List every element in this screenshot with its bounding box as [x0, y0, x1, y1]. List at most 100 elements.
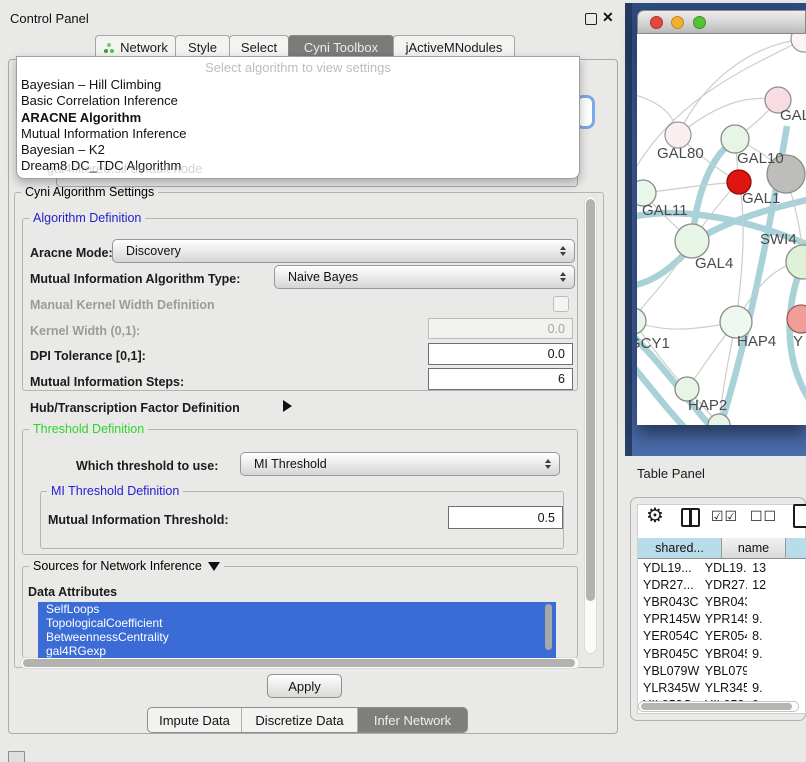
stepper-icon: [545, 453, 551, 475]
list-item[interactable]: TopologicalCoefficient: [38, 616, 556, 630]
table-cell: YBL079W: [638, 664, 700, 678]
node-label: GAL80: [657, 145, 704, 162]
table-cell: YPR145W: [700, 612, 747, 626]
node-label: GAL1: [742, 190, 780, 207]
minimized-panel-icon[interactable]: [8, 751, 25, 762]
scrollbar-thumb[interactable]: [586, 199, 595, 601]
node-label: GAL4: [695, 255, 733, 272]
network-node-swi4[interactable]: [786, 245, 806, 279]
list-item[interactable]: SelfLoops: [38, 602, 556, 616]
mi-threshold-field[interactable]: 0.5: [448, 506, 563, 529]
aracne-mode-label: Aracne Mode:: [30, 246, 113, 260]
table-cell: 9.: [747, 681, 806, 695]
column-header[interactable]: shared...: [638, 538, 722, 559]
screen: Control Panel ✕ NetworkStyleSelectCyni T…: [0, 0, 806, 762]
list-item[interactable]: BetweennessCentrality: [38, 630, 556, 644]
table-row[interactable]: YLR345WYLR345W9.: [638, 679, 806, 696]
node-label: GCY1: [637, 335, 670, 352]
page-icon[interactable]: [793, 504, 806, 528]
table-cell: YPR145W: [638, 612, 700, 626]
list-item[interactable]: gal4RGexp: [38, 644, 556, 658]
table-cell: YDL19...: [638, 561, 700, 575]
scrollbar-thumb[interactable]: [23, 659, 575, 667]
tab-label: Style: [188, 40, 217, 55]
close-traffic-light[interactable]: [650, 16, 663, 29]
network-node-gal4[interactable]: [675, 224, 709, 258]
sources-expander-title[interactable]: Sources for Network Inference: [29, 559, 224, 573]
combo-value: MI Threshold: [254, 457, 327, 471]
tab-impute-data[interactable]: Impute Data: [148, 708, 241, 732]
network-icon: [103, 42, 115, 54]
expander-collapsed-icon[interactable]: [283, 400, 292, 412]
table-cell: YBR045C: [700, 647, 747, 661]
column-header[interactable]: A: [786, 538, 806, 559]
dropdown-item[interactable]: Mutual Information Inference: [21, 126, 575, 142]
table-cell: YLR345W: [638, 681, 700, 695]
cyni-bottom-tabbar: Impute DataDiscretize DataInfer Network: [147, 707, 468, 733]
table-row[interactable]: YER054CYER054C8.: [638, 628, 806, 645]
columns-icon[interactable]: [681, 508, 700, 527]
dropdown-placeholder: Select algorithm to view settings: [17, 60, 579, 75]
float-window-icon[interactable]: [585, 13, 597, 25]
table-row[interactable]: YBR043CYBR043C: [638, 593, 806, 610]
table-cell: YBL079W: [700, 664, 747, 678]
hub-definition-expander-label[interactable]: Hub/Transcription Factor Definition: [30, 401, 240, 415]
network-node-gal10[interactable]: [721, 125, 749, 153]
table-body: YDL19...YDL19...13YDR27...YDR27...12YBR0…: [638, 559, 806, 703]
dropdown-item[interactable]: Basic Correlation Inference: [21, 93, 575, 109]
node-label: GAL11: [642, 202, 688, 219]
tab-discretize-data[interactable]: Discretize Data: [241, 708, 357, 732]
table-horizontal-scrollbar[interactable]: [638, 701, 799, 712]
list-scrollbar[interactable]: [545, 604, 553, 654]
table-cell: YER054C: [638, 629, 700, 643]
table-row[interactable]: YBL079WYBL079W: [638, 662, 806, 679]
table-row[interactable]: YDL19...YDL19...13: [638, 559, 806, 576]
dpi-tolerance-field[interactable]: 0.0: [428, 343, 573, 365]
network-node[interactable]: [791, 34, 806, 52]
network-edge[interactable]: [643, 182, 739, 193]
table-row[interactable]: YPR145WYPR145W9.: [638, 611, 806, 628]
table-cell: YDL19...: [700, 561, 747, 575]
table-cell: 9.: [747, 647, 806, 661]
node-label: SWI4: [760, 231, 797, 248]
apply-button[interactable]: Apply: [267, 674, 342, 698]
close-icon[interactable]: ✕: [602, 9, 614, 26]
tab-infer-network[interactable]: Infer Network: [357, 708, 467, 732]
group-title: Sources for Network Inference: [33, 559, 202, 573]
settings-vertical-scrollbar[interactable]: [584, 196, 597, 654]
group-title: Threshold Definition: [29, 422, 148, 436]
data-attributes-list[interactable]: SelfLoopsTopologicalCoefficientBetweenne…: [38, 602, 556, 658]
table-panel-title: Table Panel: [637, 466, 705, 481]
mi-algorithm-type-label: Mutual Information Algorithm Type:: [30, 272, 240, 286]
network-node-gcy1[interactable]: [637, 308, 646, 334]
mi-threshold-label: Mutual Information Threshold:: [48, 513, 229, 527]
select-all-checkboxes-icon[interactable]: ☑☑: [711, 508, 738, 525]
which-threshold-select[interactable]: MI Threshold: [240, 452, 560, 476]
dropdown-item[interactable]: Bayesian – K2: [21, 142, 575, 158]
scrollbar-thumb[interactable]: [641, 703, 792, 710]
minimize-traffic-light[interactable]: [671, 16, 684, 29]
mi-steps-label: Mutual Information Steps:: [30, 375, 184, 389]
algorithm-dropdown-popup: Select algorithm to view settings Bayesi…: [16, 56, 580, 179]
network-view-canvas[interactable]: GALGAL80GAL10GAL1GAL11GAL4SWI4GCY1HAP4YH…: [637, 34, 806, 425]
mi-algorithm-type-select[interactable]: Naive Bayes: [274, 265, 575, 289]
aracne-mode-select[interactable]: Discovery: [112, 239, 575, 263]
dropdown-item[interactable]: Bayesian – Hill Climbing: [21, 77, 575, 93]
zoom-traffic-light[interactable]: [693, 16, 706, 29]
table-cell: 13: [747, 561, 806, 575]
node-label: HAP2: [688, 397, 727, 414]
table-row[interactable]: YBR045CYBR045C9.: [638, 645, 806, 662]
node-label: GAL10: [737, 150, 784, 167]
combo-value: Naive Bayes: [288, 270, 358, 284]
column-header[interactable]: name: [722, 538, 786, 559]
dropdown-item[interactable]: ARACNE Algorithm: [21, 110, 575, 126]
group-title: MI Threshold Definition: [47, 484, 183, 498]
settings-horizontal-scrollbar[interactable]: [20, 657, 580, 669]
deselect-all-checkboxes-icon[interactable]: ☐☐: [750, 508, 777, 525]
gear-icon[interactable]: ⚙: [646, 505, 664, 527]
scrollbar-thumb[interactable]: [545, 604, 552, 650]
expander-expanded-icon[interactable]: [208, 562, 220, 571]
kernel-width-label: Kernel Width (0,1):: [30, 324, 140, 338]
mi-steps-field[interactable]: 6: [428, 368, 573, 390]
table-row[interactable]: YDR27...YDR27...12: [638, 576, 806, 593]
